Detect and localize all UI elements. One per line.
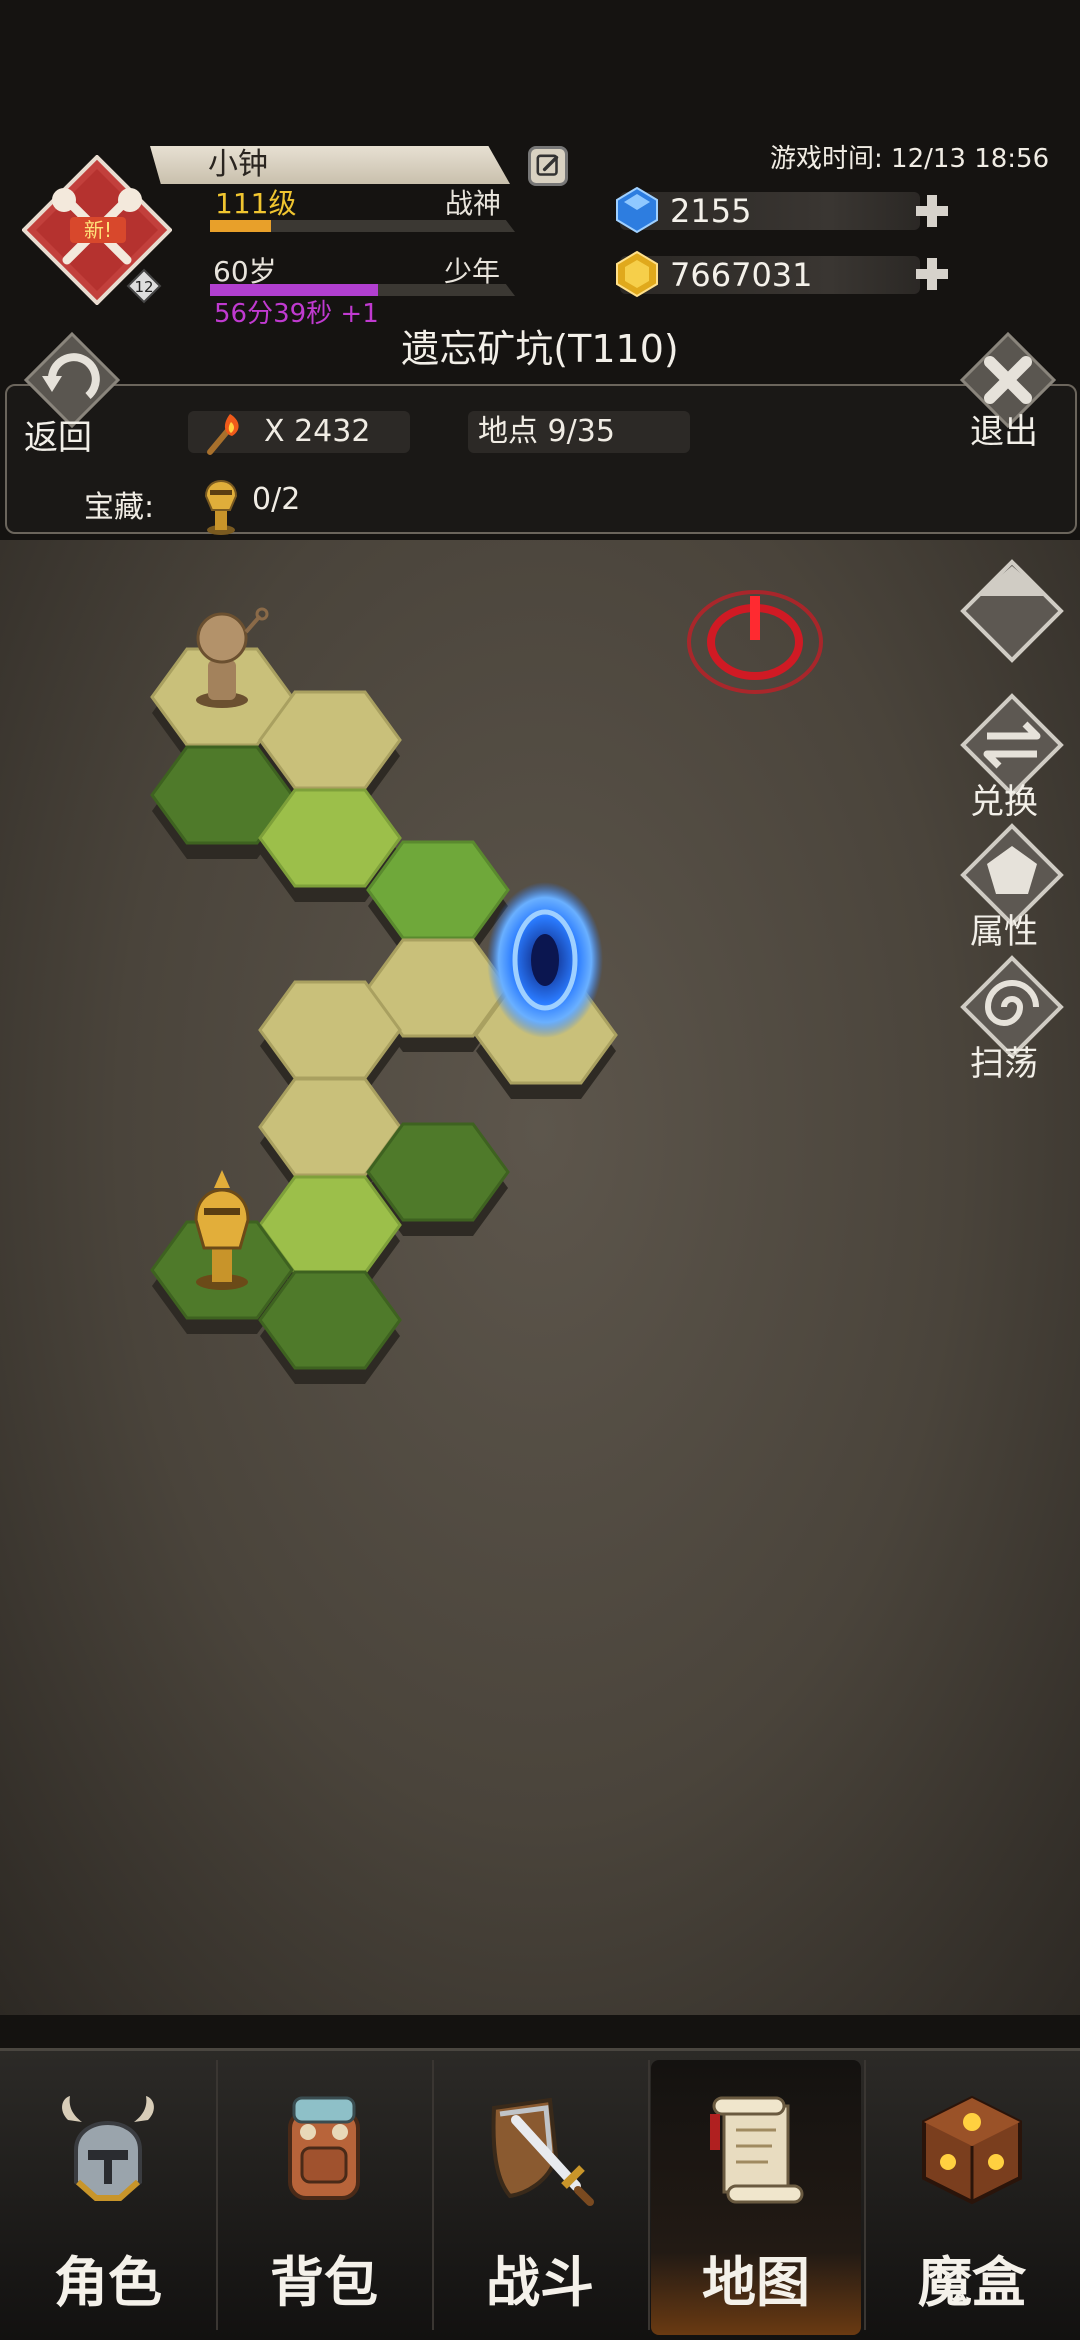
attributes-button[interactable]: 属性 [970,904,1038,953]
emblem-new-badge: 新! [84,218,112,242]
diamond-icon [616,186,658,234]
exchange-button[interactable]: 兑换 [970,774,1038,823]
player-emblem-icon[interactable]: 新! 12 [22,155,172,305]
level-progress-bar [210,220,515,232]
emblem-number: 12 [134,278,153,296]
edit-name-icon[interactable] [528,146,568,186]
game-time: 游戏时间: 12/13 18:56 [770,144,1050,174]
hex-map[interactable] [0,540,1080,2015]
back-button[interactable]: 返回 [24,410,92,459]
nav-item-magic-box[interactable]: 魔盒 [867,2060,1077,2335]
nav-item-backpack[interactable]: 背包 [219,2060,429,2335]
exit-button[interactable]: 退出 [970,404,1038,453]
gold-icon [616,250,658,298]
sweep-button[interactable]: 扫荡 [970,1036,1038,1085]
player-level: 111级 [215,187,297,220]
nav-divider [864,2060,866,2330]
torch-count: X 2432 [264,414,371,449]
backpack-icon [288,2096,360,2200]
scroll-map-icon [710,2096,804,2204]
torch-icon [207,414,239,455]
add-diamond-button[interactable] [914,193,950,229]
nav-divider [216,2060,218,2330]
gold-amount: 7667031 [670,256,813,294]
sword-shield-icon [491,2097,594,2206]
location-counter: 地点 9/35 [468,411,690,453]
player-rank: 战神 [445,187,502,220]
nav-divider [648,2060,650,2330]
nav-item-map[interactable]: 地图 [651,2060,861,2335]
player-name: 小钟 [150,146,510,184]
treasure-count: 0/2 [252,482,301,517]
add-gold-button[interactable] [914,256,950,292]
map-info-panel [5,384,1077,534]
treasure-label: 宝藏: [84,490,155,525]
nav-item-character[interactable]: 角色 [3,2060,213,2335]
nav-label-magic-box: 魔盒 [918,2251,1026,2314]
nav-label-character: 角色 [54,2251,162,2314]
map-title: 遗忘矿坑(T110) [401,327,679,371]
collapse-icon[interactable] [957,556,1067,666]
gold-counter: 7667031 [620,256,920,294]
diamond-amount: 2155 [670,192,752,230]
nav-label-backpack: 背包 [270,2251,378,2314]
alert-marker-icon[interactable] [687,590,823,694]
nav-label-battle: 战斗 [486,2251,594,2314]
magic-box-icon [922,2095,1022,2205]
helmet-icon [62,2096,154,2201]
nav-divider [432,2060,434,2330]
treasure-statue-icon [204,480,238,535]
diamond-counter: 2155 [620,192,920,230]
nav-item-battle[interactable]: 战斗 [435,2060,645,2335]
portal-icon[interactable] [487,882,603,1038]
nav-label-map: 地图 [702,2251,810,2314]
